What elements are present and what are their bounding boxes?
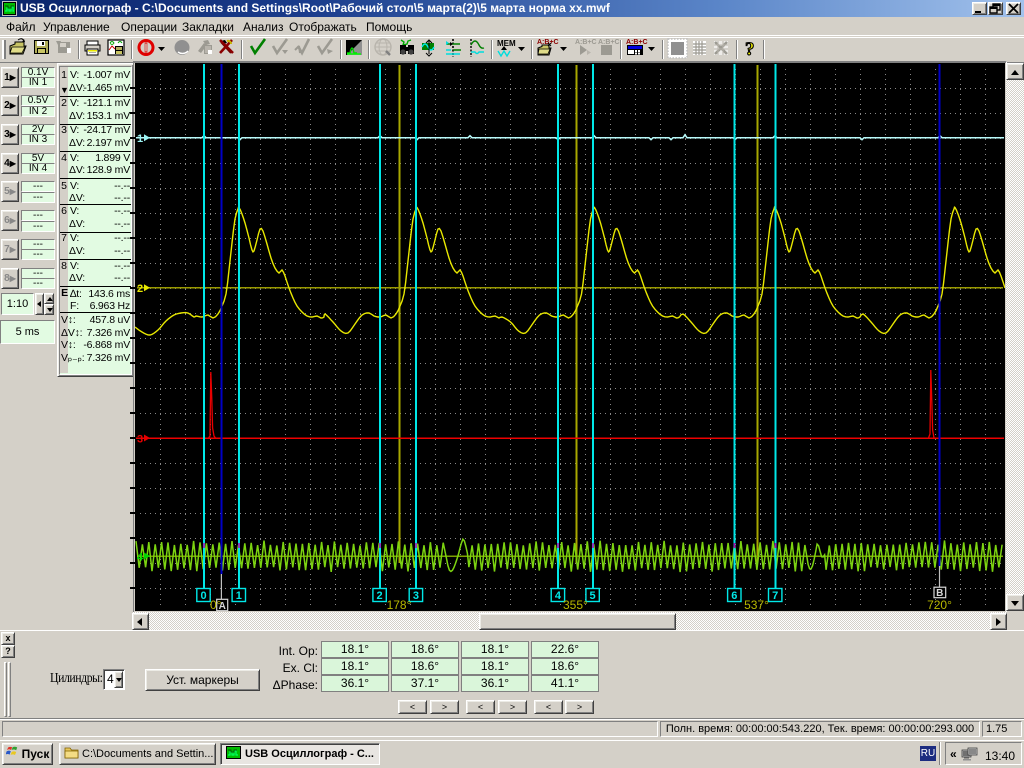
svg-text:3: 3 — [413, 590, 419, 602]
svg-text:A:B+C: A:B+C — [626, 39, 648, 46]
svg-text:A:B+C: A:B+C — [575, 39, 597, 46]
svg-text:720°: 720° — [927, 598, 952, 611]
svg-text:A:B+C: A:B+C — [598, 39, 620, 46]
svg-text:0: 0 — [200, 590, 206, 602]
svg-text:MEM: MEM — [497, 39, 516, 48]
svg-text:4: 4 — [137, 552, 144, 564]
svg-text:2: 2 — [377, 590, 383, 602]
svg-text:?: ? — [745, 39, 755, 60]
svg-text:6: 6 — [731, 590, 737, 602]
svg-text:5: 5 — [590, 590, 596, 602]
svg-text:537°: 537° — [744, 598, 769, 611]
svg-text:178°: 178° — [387, 598, 412, 611]
svg-text:355°: 355° — [563, 598, 588, 611]
svg-text:4: 4 — [555, 590, 562, 602]
svg-text:1: 1 — [137, 133, 143, 145]
svg-text:3: 3 — [137, 434, 143, 446]
svg-text:2: 2 — [137, 283, 143, 295]
svg-text:0°: 0° — [210, 598, 222, 611]
svg-text:1: 1 — [236, 590, 242, 602]
svg-text:7: 7 — [772, 590, 778, 602]
